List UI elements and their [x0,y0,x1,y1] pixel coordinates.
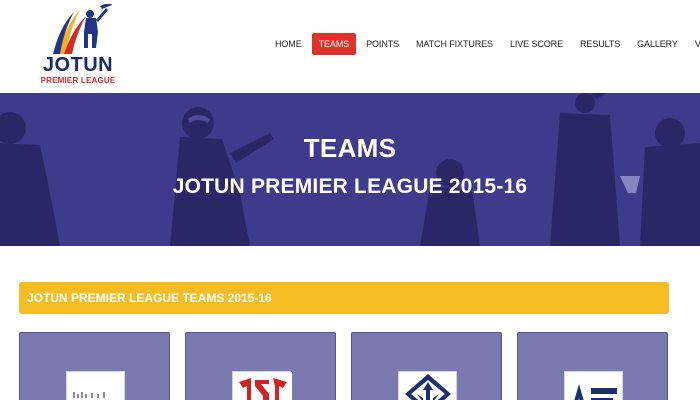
team-logo-4-icon [564,371,623,400]
nav-home[interactable]: HOME [268,33,309,55]
team-logo-3-icon [398,371,457,400]
nav-match-fixtures[interactable]: MATCH FIXTURES [409,33,500,55]
nav-teams[interactable]: TEAMS [311,33,357,55]
team-card[interactable] [19,332,170,400]
section-heading: JOTUN PREMIER LEAGUE TEAMS 2015-16 [27,291,272,305]
teams-section: JOTUN PREMIER LEAGUE TEAMS 2015-16 [0,246,700,400]
brand-title: JOTUN [42,54,114,76]
team-card[interactable] [517,332,668,400]
page-banner: TEAMS JOTUN PREMIER LEAGUE 2015-16 [0,93,700,246]
nav-live-score[interactable]: LIVE SCORE [503,33,570,55]
site-logo[interactable]: JOTUN PREMIER LEAGUE [36,4,120,90]
team-card[interactable] [351,332,502,400]
brand-subtitle: PREMIER LEAGUE [40,76,116,85]
nav-results[interactable]: RESULTS [573,33,627,55]
nav-venue[interactable]: VENUE [688,33,700,55]
team-card[interactable] [185,332,336,400]
team-logo-1-icon [66,371,125,400]
team-logo-2-icon [232,371,292,400]
nav-points[interactable]: POINTS [359,33,406,55]
site-header: JOTUN PREMIER LEAGUE HOME TEAMS POINTS M… [0,0,700,93]
banner-subtitle: JOTUN PREMIER LEAGUE 2015-16 [172,175,528,198]
cricket-silhouettes-icon [0,93,700,246]
nav-gallery[interactable]: GALLERY [630,33,685,55]
team-cards [19,332,669,400]
banner-title: TEAMS [303,133,397,163]
section-heading-bar: JOTUN PREMIER LEAGUE TEAMS 2015-16 [19,282,669,314]
main-nav: HOME TEAMS POINTS MATCH FIXTURES LIVE SC… [268,33,700,55]
